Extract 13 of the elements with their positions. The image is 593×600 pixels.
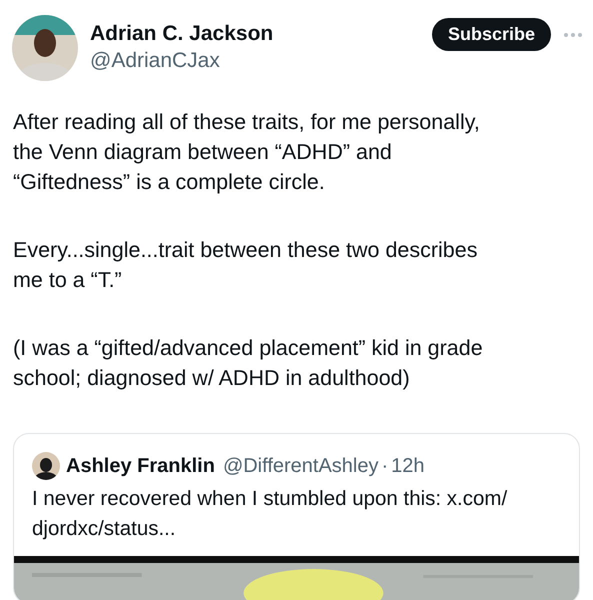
quoted-avatar[interactable] bbox=[32, 452, 60, 480]
quoted-author-name[interactable]: Ashley Franklin bbox=[66, 451, 215, 481]
post-text: (I was a “gifted/advanced placement” kid in grade school; diagnosed w/ ADHD in adulthood) bbox=[13, 335, 484, 392]
post-time: 12h bbox=[391, 454, 425, 479]
subscribe-button[interactable]: Subscribe bbox=[432, 18, 551, 51]
author-handle[interactable]: @AdrianCJax bbox=[90, 48, 274, 74]
author-name[interactable]: Adrian C. Jackson bbox=[90, 20, 274, 48]
quoted-post-card[interactable]: Ashley Franklin @DifferentAshley·12h I never recovered when I stumbled upon this: x.com/ djordxc/status... bbox=[13, 433, 580, 600]
separator-dot: · bbox=[382, 454, 388, 479]
quoted-author-handle[interactable]: @DifferentAshley bbox=[222, 451, 378, 481]
post-text: Every...single...trait between these two describes me to a “T.” bbox=[13, 237, 478, 294]
quoted-post-text: I never recovered when I stumbled upon this: x.com/ djordxc/status... bbox=[31, 486, 508, 542]
post-text: After reading all of these traits, for me personally, the Venn diagram between “ADHD” and “Giftedness” is a complete circle. bbox=[13, 109, 481, 196]
